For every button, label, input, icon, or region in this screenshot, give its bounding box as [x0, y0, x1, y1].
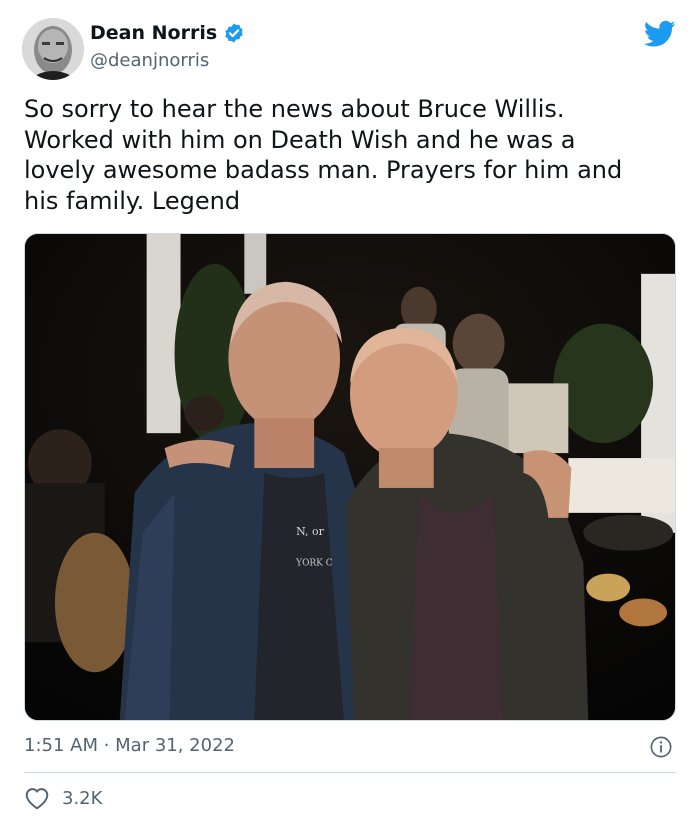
like-count: 3.2K	[62, 787, 103, 809]
divider	[24, 772, 676, 773]
author-name[interactable]: Dean Norris	[90, 22, 245, 44]
photo-image: N, or YORK C	[25, 234, 675, 720]
author-handle[interactable]: @deanjnorris	[90, 50, 209, 71]
tweet-timestamp[interactable]: 1:51 AM · Mar 31, 2022	[24, 735, 235, 756]
avatar-image	[22, 18, 84, 80]
twitter-bird-icon[interactable]	[644, 20, 676, 48]
tweet-photo[interactable]: N, or YORK C	[24, 233, 676, 721]
heart-icon[interactable]	[24, 786, 50, 810]
shirt-print-line1: N, or	[296, 525, 324, 538]
author-display-name[interactable]: Dean Norris	[90, 22, 217, 44]
info-icon[interactable]	[650, 736, 672, 758]
like-action[interactable]: 3.2K	[24, 786, 102, 810]
avatar[interactable]	[22, 18, 84, 80]
shirt-print-line2: YORK C	[295, 559, 333, 569]
tweet-text: So sorry to hear the news about Bruce Wi…	[24, 95, 623, 215]
verified-badge-icon	[225, 23, 243, 43]
